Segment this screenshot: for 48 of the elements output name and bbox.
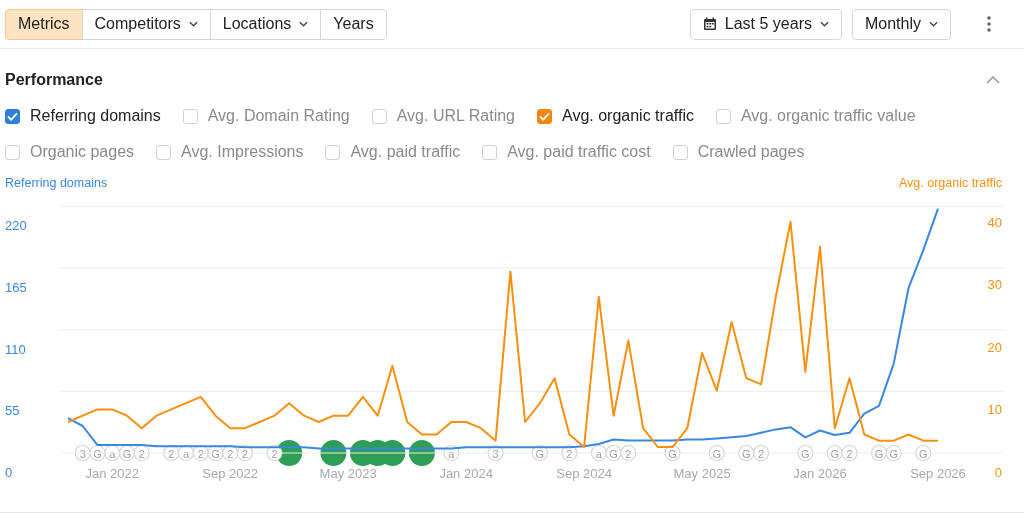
- kebab-icon: [987, 16, 991, 32]
- metric-checkbox[interactable]: Avg. Domain Rating: [182, 107, 350, 125]
- metric-checkbox[interactable]: Avg. Impressions: [156, 143, 304, 161]
- axis-tick-label: Sep 2026: [910, 466, 966, 481]
- axis-tick-label: Jan 2024: [439, 466, 493, 481]
- axis-tick-label: Sep 2024: [556, 466, 612, 481]
- metric-checkbox[interactable]: Avg. organic traffic value: [715, 107, 916, 125]
- axis-tick-label: 55: [5, 403, 20, 419]
- axis-tick-label: 40: [987, 214, 1002, 230]
- caret-icon: [819, 21, 829, 27]
- calendar-icon: [702, 17, 717, 31]
- axis-tick-label: 20: [987, 339, 1002, 355]
- toolbar-tab[interactable]: Metrics: [5, 8, 83, 40]
- axis-tick-label: 10: [987, 402, 1002, 418]
- collapse-chevron-icon[interactable]: [986, 76, 1000, 84]
- axis-tick-label: 30: [987, 277, 1002, 293]
- check-icon: [7, 111, 18, 121]
- axis-tick-label: 0: [994, 465, 1002, 480]
- toolbar-tab[interactable]: Locations: [209, 8, 322, 40]
- event-dot[interactable]: [408, 440, 435, 466]
- axis-tick-label: 220: [5, 218, 27, 234]
- section-title: Performance: [5, 71, 103, 89]
- axis-tick-label: May 2023: [319, 466, 377, 481]
- axis-title: Avg. organic traffic: [898, 176, 1002, 190]
- metric-checkbox[interactable]: Crawled pages: [672, 143, 805, 161]
- event-dot[interactable]: [320, 440, 347, 466]
- axis-tick-label: Sep 2022: [202, 466, 259, 481]
- axis-title: Referring domains: [5, 176, 108, 190]
- toolbar-tab[interactable]: Years: [320, 8, 387, 40]
- axis-tick-label: 165: [5, 280, 27, 296]
- metric-checkbox[interactable]: Avg. paid traffic: [325, 143, 461, 161]
- interval-dropdown[interactable]: Monthly: [851, 8, 951, 40]
- caret-icon: [299, 21, 309, 27]
- metric-checkbox[interactable]: Avg. paid traffic cost: [482, 143, 651, 161]
- axis-tick-label: May 2025: [673, 466, 731, 481]
- metric-checkbox[interactable]: Avg. organic traffic: [537, 107, 694, 125]
- axis-tick-label: Jan 2026: [793, 466, 847, 481]
- date-range-dropdown[interactable]: Last 5 years: [689, 8, 842, 40]
- check-icon: [539, 111, 550, 121]
- metric-checkbox[interactable]: Organic pages: [5, 143, 135, 161]
- metric-checkbox[interactable]: Referring domains: [5, 107, 161, 125]
- toolbar-tab[interactable]: Competitors: [81, 8, 211, 40]
- axis-tick-label: 0: [5, 465, 13, 480]
- caret-icon: [929, 21, 938, 27]
- caret-icon: [188, 21, 198, 27]
- metric-checkbox[interactable]: Avg. URL Rating: [371, 107, 515, 125]
- axis-tick-label: Jan 2022: [85, 466, 139, 481]
- axis-tick-label: 110: [5, 341, 26, 357]
